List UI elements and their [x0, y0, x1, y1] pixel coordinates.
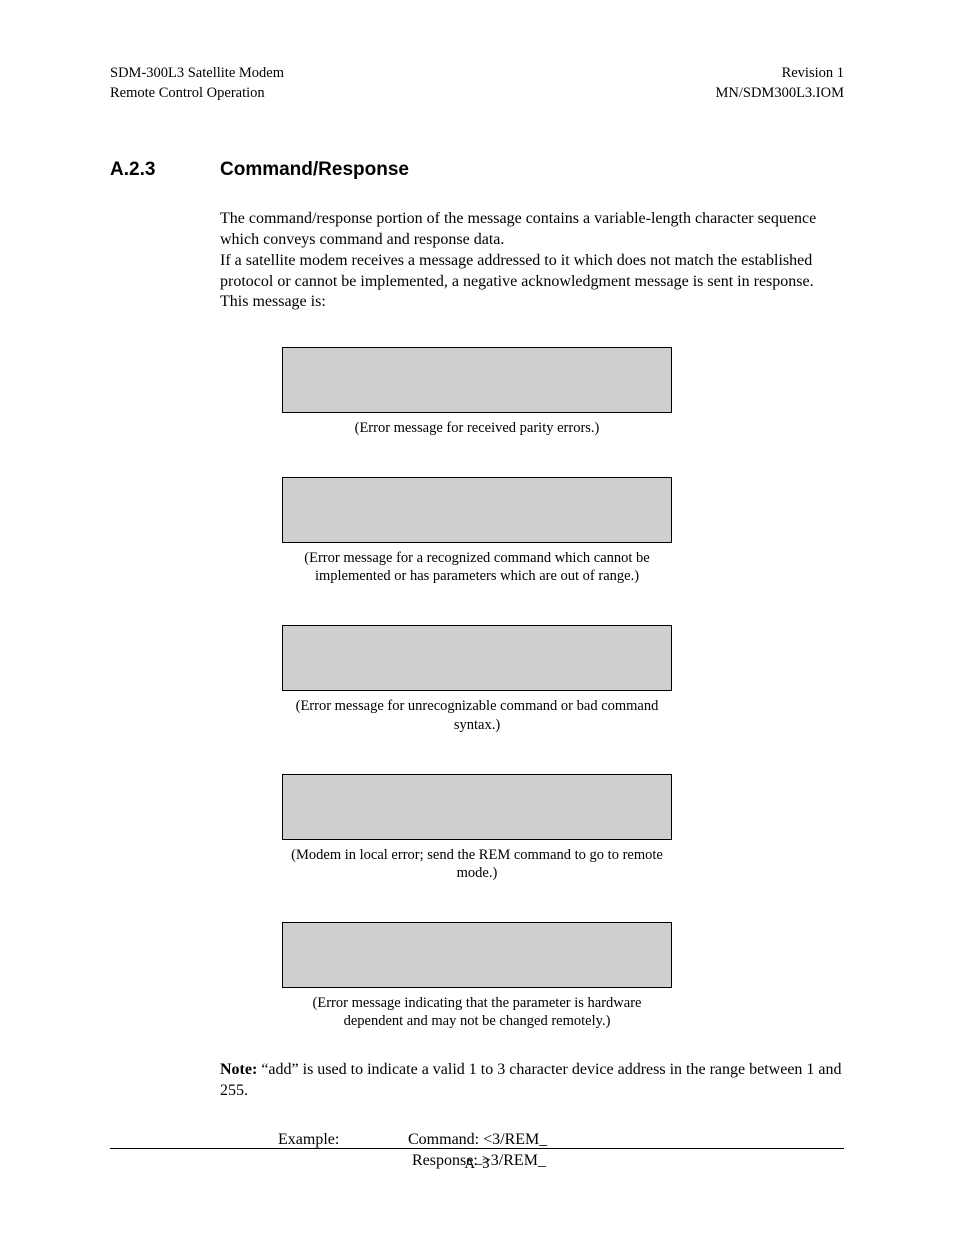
error-caption: (Error message for received parity error… — [355, 419, 600, 437]
error-box-item: (Error message indicating that the param… — [282, 922, 672, 1030]
error-box-item: (Error message for unrecognizable comman… — [282, 625, 672, 733]
error-box — [282, 774, 672, 840]
paragraph-2: If a satellite modem receives a message … — [220, 251, 844, 313]
error-caption: (Modem in local error; send the REM comm… — [282, 846, 672, 882]
section-heading: A.2.3 Command/Response — [110, 159, 844, 181]
header-right-line2: MN/SDM300L3.IOM — [716, 84, 845, 104]
note-text: “add” is used to indicate a valid 1 to 3… — [220, 1061, 842, 1099]
error-box-item: (Error message for a recognized command … — [282, 477, 672, 585]
header-right-line1: Revision 1 — [716, 64, 845, 84]
note-label: Note: — [220, 1061, 257, 1078]
example-command: Command: <3/REM_ — [408, 1131, 547, 1148]
header-left-line1: SDM-300L3 Satellite Modem — [110, 64, 284, 84]
error-box-item: (Error message for received parity error… — [282, 347, 672, 437]
error-box — [282, 625, 672, 691]
error-box — [282, 477, 672, 543]
page-number: A–3 — [0, 1156, 954, 1173]
section-title: Command/Response — [220, 159, 409, 181]
header-left-line2: Remote Control Operation — [110, 84, 284, 104]
page-header: SDM-300L3 Satellite Modem Remote Control… — [110, 64, 844, 103]
error-box-list: (Error message for received parity error… — [110, 347, 844, 1030]
error-box — [282, 922, 672, 988]
error-box — [282, 347, 672, 413]
error-caption: (Error message for a recognized command … — [282, 549, 672, 585]
error-caption: (Error message indicating that the param… — [282, 994, 672, 1030]
footer-rule — [110, 1148, 844, 1149]
error-box-item: (Modem in local error; send the REM comm… — [282, 774, 672, 882]
body-text: The command/response portion of the mess… — [220, 209, 844, 313]
paragraph-1: The command/response portion of the mess… — [220, 209, 844, 251]
error-caption: (Error message for unrecognizable comman… — [282, 697, 672, 733]
note: Note: “add” is used to indicate a valid … — [220, 1060, 844, 1102]
page: SDM-300L3 Satellite Modem Remote Control… — [0, 0, 954, 1221]
header-left: SDM-300L3 Satellite Modem Remote Control… — [110, 64, 284, 103]
header-right: Revision 1 MN/SDM300L3.IOM — [716, 64, 845, 103]
section-number: A.2.3 — [110, 159, 220, 181]
